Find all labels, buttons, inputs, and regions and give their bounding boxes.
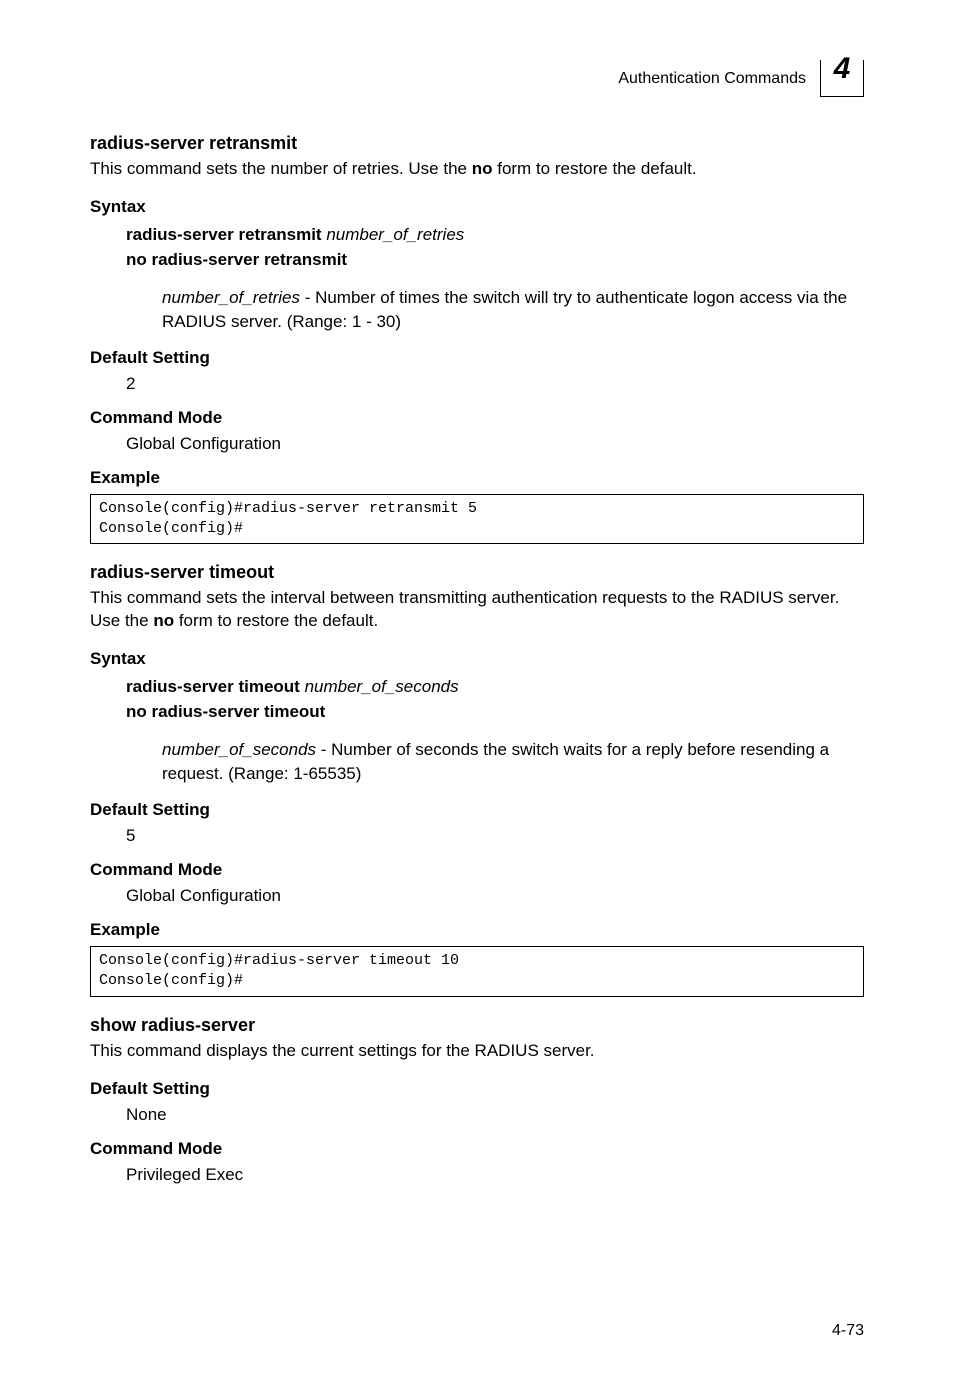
syntax-param: number_of_seconds [305,677,459,696]
example-code: Console(config)#radius-server retransmit… [90,494,864,545]
desc-text: This command sets the number of retries.… [90,159,472,178]
syntax-line: no radius-server timeout [126,700,864,725]
command-description: This command sets the number of retries.… [90,158,864,181]
desc-text: form to restore the default. [493,159,697,178]
syntax-block: radius-server timeout number_of_seconds … [126,675,864,724]
syntax-line: radius-server retransmit number_of_retri… [126,223,864,248]
desc-bold: no [153,611,174,630]
command-heading: radius-server timeout [90,562,864,583]
default-value: 5 [126,826,864,846]
mode-label: Command Mode [90,408,864,428]
header-title: Authentication Commands [618,70,806,88]
default-label: Default Setting [90,348,864,368]
syntax-cmd: no radius-server timeout [126,702,325,721]
default-label: Default Setting [90,1079,864,1099]
example-label: Example [90,468,864,488]
mode-label: Command Mode [90,1139,864,1159]
mode-value: Privileged Exec [126,1165,864,1185]
syntax-label: Syntax [90,197,864,217]
syntax-label: Syntax [90,649,864,669]
page-header: Authentication Commands 4 [90,60,864,97]
mode-label: Command Mode [90,860,864,880]
syntax-param-desc: number_of_seconds - Number of seconds th… [162,738,864,786]
command-section: show radius-server This command displays… [90,1015,864,1185]
syntax-cmd: radius-server timeout [126,677,300,696]
default-value: None [126,1105,864,1125]
command-section: radius-server retransmit This command se… [90,133,864,544]
document-page: Authentication Commands 4 radius-server … [0,0,954,1388]
param-name: number_of_retries [162,288,300,307]
example-label: Example [90,920,864,940]
mode-value: Global Configuration [126,886,864,906]
syntax-line: no radius-server retransmit [126,248,864,273]
default-value: 2 [126,374,864,394]
command-description: This command displays the current settin… [90,1040,864,1063]
default-label: Default Setting [90,800,864,820]
syntax-param-desc: number_of_retries - Number of times the … [162,286,864,334]
command-description: This command sets the interval between t… [90,587,864,633]
mode-value: Global Configuration [126,434,864,454]
syntax-cmd: radius-server retransmit [126,225,322,244]
syntax-cmd: no radius-server retransmit [126,250,347,269]
command-heading: radius-server retransmit [90,133,864,154]
page-number: 4-73 [832,1322,864,1340]
command-heading: show radius-server [90,1015,864,1036]
chapter-number: 4 [834,54,851,84]
command-section: radius-server timeout This command sets … [90,562,864,996]
desc-bold: no [472,159,493,178]
syntax-block: radius-server retransmit number_of_retri… [126,223,864,272]
syntax-param: number_of_retries [326,225,464,244]
chapter-box: 4 [820,60,864,97]
param-name: number_of_seconds [162,740,316,759]
desc-text: form to restore the default. [174,611,378,630]
example-code: Console(config)#radius-server timeout 10… [90,946,864,997]
syntax-line: radius-server timeout number_of_seconds [126,675,864,700]
